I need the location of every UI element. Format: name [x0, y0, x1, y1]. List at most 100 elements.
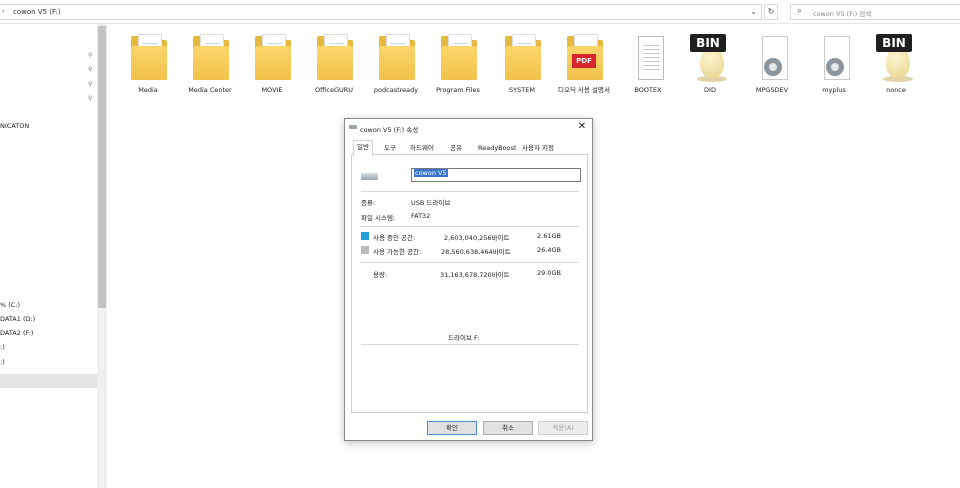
capacity-label: 용량: [373, 271, 388, 279]
refresh-icon: ↻ [767, 7, 775, 16]
file-item[interactable]: Program Files [428, 30, 488, 110]
tab-hardware[interactable]: 하드웨어 [407, 142, 437, 155]
file-name: nonce [886, 86, 906, 94]
file-name: SYSTEM [509, 86, 535, 94]
document-icon [630, 34, 668, 84]
file-name: Program Files [436, 86, 480, 94]
nav-item[interactable]: NICATON [0, 122, 29, 130]
file-name: BOOTEX [634, 86, 662, 94]
apply-button[interactable]: 적용(A) [538, 421, 588, 435]
free-space-label: 사용 가능한 공간: [373, 248, 422, 256]
file-item[interactable]: podcastready [366, 30, 426, 110]
nav-scrollbar-thumb[interactable] [98, 26, 106, 308]
file-item[interactable]: PDF 디오딕 사용 설명서 [554, 30, 614, 110]
type-label: 종류: [361, 199, 376, 207]
nav-item[interactable]: :) [0, 358, 5, 366]
gear-icon [826, 58, 844, 76]
file-item[interactable]: myplus [804, 30, 864, 110]
bin-badge: BIN [690, 34, 726, 52]
used-space-gb: 2.61GB [537, 232, 561, 240]
tab-customize[interactable]: 사용자 지정 [519, 142, 557, 155]
dialog-title: cowon V5 (F:) 속성 [360, 126, 419, 134]
type-value: USB 드라이브 [411, 199, 451, 207]
file-name: Media Center [188, 86, 232, 94]
file-item[interactable]: MOVIE [242, 30, 302, 110]
folder-icon [316, 34, 354, 84]
folder-icon [254, 34, 292, 84]
file-name: Media [138, 86, 158, 94]
pin-icon[interactable]: ⚲ [88, 81, 92, 88]
file-name: OfficeGURU [314, 86, 354, 94]
file-item[interactable]: OfficeGURU [304, 30, 364, 110]
divider [361, 191, 579, 192]
search-box[interactable]: ⌕ cowon V5 (F:) 검색 [790, 4, 960, 20]
free-space-swatch [361, 246, 369, 254]
pin-icon[interactable]: ⚲ [88, 66, 92, 73]
usb-drive-icon [361, 173, 378, 180]
used-space-swatch [361, 232, 369, 240]
properties-dialog: cowon V5 (F:) 속성 ✕ 일반 도구 하드웨어 공유 ReadyBo… [344, 118, 593, 441]
pin-icon[interactable]: ⚲ [88, 95, 92, 102]
used-space-label: 사용 중인 공간: [373, 234, 416, 242]
folder-pdf-icon: PDF [566, 34, 604, 84]
file-item[interactable]: BIN nonce [866, 30, 926, 110]
file-name: MPGSDEV [755, 86, 789, 94]
file-item[interactable]: BOOTEX [618, 30, 678, 110]
drive-icon [349, 125, 357, 129]
ok-button[interactable]: 확인 [427, 421, 477, 435]
nav-selected-row[interactable] [0, 374, 97, 388]
drive-name-value: cowon V5 [414, 169, 448, 177]
drive-letter-label: 드라이브 F: [448, 334, 480, 342]
cancel-button[interactable]: 취소 [483, 421, 533, 435]
filesystem-value: FAT32 [411, 212, 431, 220]
file-item[interactable]: MPGSDEV [742, 30, 802, 110]
divider [361, 344, 579, 345]
dialog-title-bar[interactable]: cowon V5 (F:) 속성 ✕ [345, 119, 592, 137]
file-name: podcastready [373, 86, 419, 94]
used-space-bytes: 2,603,040,256바이트 [444, 234, 510, 242]
address-path: cowon V5 (F:) [13, 8, 61, 16]
file-name: myplus [822, 86, 846, 94]
drive-name-field[interactable]: cowon V5 [411, 168, 581, 182]
capacity-bytes: 31,163,678,720바이트 [440, 271, 510, 279]
folder-icon [440, 34, 478, 84]
free-space-bytes: 28,560,638,464바이트 [441, 248, 511, 256]
pin-icon[interactable]: ⚲ [88, 52, 92, 59]
folder-icon [130, 34, 168, 84]
close-icon[interactable]: ✕ [575, 121, 589, 132]
tab-tools[interactable]: 도구 [381, 142, 399, 155]
divider [361, 226, 579, 227]
file-item[interactable]: SYSTEM [492, 30, 552, 110]
navigation-pane: ⚲ ⚲ ⚲ ⚲ NICATON % (C:) DATA1 (D:) DATA2 … [0, 24, 108, 488]
address-bar[interactable]: › cowon V5 (F:) ⌄ [0, 4, 762, 20]
refresh-button[interactable]: ↻ [764, 4, 778, 20]
tab-sharing[interactable]: 공유 [447, 142, 465, 155]
capacity-gb: 29.0GB [537, 269, 561, 277]
filesystem-label: 파일 시스템: [361, 214, 396, 222]
nav-item-c-drive[interactable]: % (C:) [0, 301, 20, 309]
tab-general[interactable]: 일반 [353, 140, 373, 156]
nav-item-e-drive[interactable]: DATA2 (F:) [0, 329, 33, 337]
system-file-icon [754, 34, 792, 84]
top-bar: › cowon V5 (F:) ⌄ ↻ ⌕ cowon V5 (F:) 검색 [0, 0, 960, 24]
folder-icon [504, 34, 542, 84]
search-placeholder: cowon V5 (F:) 검색 [813, 10, 872, 18]
folder-icon [192, 34, 230, 84]
nav-item-d-drive[interactable]: DATA1 (D:) [0, 315, 35, 323]
file-name: MOVIE [261, 86, 283, 94]
file-name: DID [704, 86, 716, 94]
bin-file-icon: BIN [876, 34, 916, 84]
search-icon: ⌕ [797, 6, 803, 16]
nav-item[interactable]: :) [0, 343, 5, 351]
pdf-badge: PDF [572, 54, 596, 68]
bin-file-icon: BIN [690, 34, 730, 84]
file-item[interactable]: BIN DID [680, 30, 740, 110]
tab-strip: 일반 도구 하드웨어 공유 ReadyBoost 사용자 지정 [351, 140, 588, 156]
file-name: 디오딕 사용 설명서 [558, 86, 610, 94]
folder-icon [378, 34, 416, 84]
chevron-down-icon[interactable]: ⌄ [750, 7, 757, 16]
divider [361, 262, 579, 263]
file-item[interactable]: Media [118, 30, 178, 110]
tab-readyboost[interactable]: ReadyBoost [475, 142, 520, 155]
file-item[interactable]: Media Center [180, 30, 240, 110]
